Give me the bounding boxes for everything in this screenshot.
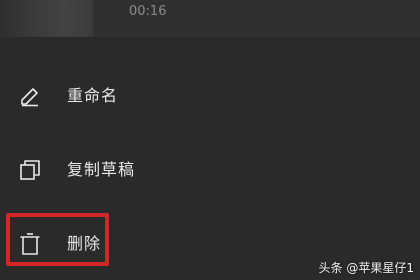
watermark: 头条 @苹果星仔1 (318, 261, 414, 275)
menu-item-copy-draft[interactable]: 复制草稿 (0, 140, 420, 200)
copy-icon (18, 158, 42, 182)
highlight-annotation (6, 213, 109, 266)
menu-item-label: 重命名 (67, 86, 119, 105)
menu-item-label: 复制草稿 (67, 160, 136, 179)
project-thumbnail (0, 0, 93, 37)
pencil-icon (18, 84, 42, 108)
menu-item-rename[interactable]: 重命名 (0, 66, 420, 126)
project-duration: 00:16 (129, 4, 167, 19)
project-header: 00:16 (0, 0, 420, 37)
